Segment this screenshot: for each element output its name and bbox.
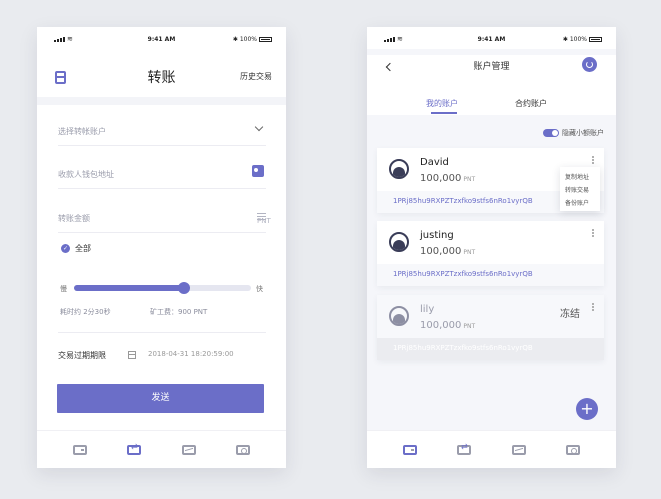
all-checkbox[interactable]: ✓ 全部: [61, 243, 91, 254]
frozen-badge: 冻结: [560, 309, 580, 320]
battery-percent: 100%: [569, 36, 587, 43]
more-icon[interactable]: [592, 229, 594, 238]
chart-icon[interactable]: [511, 444, 526, 455]
eta-text: 耗时约 2分30秒: [60, 308, 111, 316]
slider-thumb[interactable]: [177, 282, 190, 294]
account-address: 1PRj85hu9RXPZTzxfko9stfs6nRo1vyrQB: [377, 338, 604, 360]
tab-contract-accounts[interactable]: 合约账户: [515, 98, 547, 109]
wallet-icon[interactable]: [73, 444, 88, 455]
menu-item-transfer[interactable]: 转账交易: [560, 183, 600, 196]
account-tabs: 我的账户 合约账户: [367, 94, 616, 115]
divider: [58, 332, 266, 333]
account-name: justing: [420, 230, 454, 241]
tab-my-accounts[interactable]: 我的账户: [426, 98, 458, 109]
refresh-icon[interactable]: [582, 57, 597, 72]
account-card[interactable]: lily 100,000 PNT 冻结 1PRj85hu9RXPZTzxfko9s…: [377, 295, 604, 360]
hide-small-toggle[interactable]: 隐藏小额账户: [543, 128, 604, 138]
select-account-placeholder: 选择转帐账户: [58, 127, 106, 136]
account-balance: 100,000 PNT: [420, 173, 476, 184]
tab-indicator: [431, 112, 457, 114]
more-icon[interactable]: [592, 156, 594, 165]
hide-small-label: 隐藏小额账户: [562, 129, 604, 137]
amount-unit-group: PNT: [257, 213, 271, 225]
swap-icon[interactable]: [127, 442, 142, 455]
page-title: 账户管理: [473, 62, 510, 72]
account-card[interactable]: justing 100,000 PNT 1PRj85hu9RXPZTzxfko9s…: [377, 221, 604, 286]
bottom-tab-bar: [37, 430, 286, 468]
bottom-tab-bar: [367, 430, 616, 468]
select-account-dropdown[interactable]: 选择转帐账户: [58, 122, 266, 146]
toggle-switch[interactable]: [543, 129, 559, 137]
check-icon: ✓: [61, 244, 70, 253]
account-balance: 100,000 PNT: [420, 246, 476, 257]
contact-book-icon[interactable]: [252, 165, 264, 177]
expiry-value[interactable]: 2018-04-31 18:20:59:00: [148, 350, 234, 358]
transfer-screen: ≋ 9:41 AM ✱ 100% 转账 历史交易 选择转帐账户 收款人钱包地址 …: [37, 27, 286, 468]
status-right: ✱ 100%: [563, 36, 602, 43]
all-label: 全部: [75, 244, 91, 253]
battery-icon: [259, 37, 272, 42]
account-actions-menu: 复制地址 转账交易 备份账户: [560, 167, 600, 211]
send-button[interactable]: 发送: [57, 384, 264, 413]
expiry-label: 交易过期期限: [58, 351, 106, 360]
menu-item-copy-address[interactable]: 复制地址: [560, 170, 600, 183]
wallet-icon[interactable]: [403, 444, 418, 455]
add-account-button[interactable]: +: [576, 398, 598, 420]
speed-fast-label: 快: [256, 285, 263, 293]
receiver-address-field[interactable]: 收款人钱包地址: [58, 165, 266, 189]
avatar: [389, 306, 409, 326]
bluetooth-icon: ✱: [562, 36, 568, 43]
account-management-screen: ≋ 9:41 AM ✱ 100% 账户管理 我的账户 合约账户 隐藏小额账户 D…: [367, 27, 616, 468]
history-link[interactable]: 历史交易: [240, 71, 272, 82]
amount-placeholder: 转账金额: [58, 214, 90, 223]
chart-icon[interactable]: [181, 444, 196, 455]
avatar: [389, 159, 409, 179]
more-icon[interactable]: [592, 303, 594, 312]
account-name: lily: [420, 304, 435, 315]
slider-fill: [74, 285, 184, 291]
menu-item-backup[interactable]: 备份账户: [560, 196, 600, 209]
user-icon[interactable]: [235, 444, 250, 455]
receiver-placeholder: 收款人钱包地址: [58, 170, 114, 179]
header: 账户管理 我的账户 合约账户: [367, 55, 616, 115]
divider-band: [37, 97, 286, 105]
calendar-icon[interactable]: [128, 351, 136, 359]
miner-fee-text: 矿工费：900 PNT: [150, 308, 208, 316]
account-address: 1PRj85hu9RXPZTzxfko9stfs6nRo1vyrQB: [377, 264, 604, 286]
status-bar: ≋ 9:41 AM ✱ 100%: [37, 27, 286, 49]
chevron-down-icon: [254, 122, 264, 132]
status-right: ✱ 100%: [233, 36, 272, 43]
amount-field[interactable]: 转账金额 PNT: [58, 209, 271, 233]
amount-unit: PNT: [257, 217, 271, 225]
swap-icon[interactable]: [457, 442, 472, 455]
status-bar: ≋ 9:41 AM ✱ 100%: [367, 27, 616, 49]
battery-percent: 100%: [239, 36, 257, 43]
fee-speed-slider[interactable]: [74, 282, 251, 294]
header: 转账 历史交易: [37, 59, 286, 115]
account-balance: 100,000 PNT: [420, 320, 476, 331]
user-icon[interactable]: [565, 444, 580, 455]
speed-slow-label: 慢: [60, 285, 67, 293]
battery-icon: [589, 37, 602, 42]
account-name: David: [420, 157, 449, 168]
bluetooth-icon: ✱: [232, 36, 238, 43]
avatar: [389, 232, 409, 252]
